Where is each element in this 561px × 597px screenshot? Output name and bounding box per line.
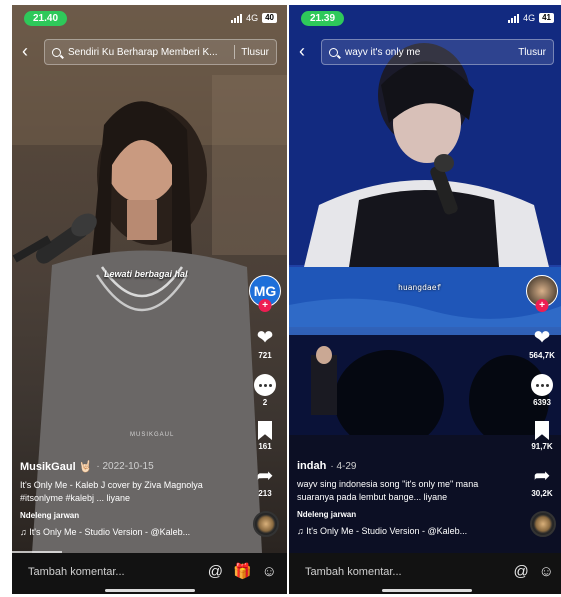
battery-icon: 41 bbox=[539, 13, 554, 23]
search-icon bbox=[52, 47, 61, 57]
like-count: 564,7K bbox=[529, 351, 555, 360]
bookmark-count: 91,7K bbox=[531, 442, 553, 451]
like-count: 721 bbox=[258, 351, 272, 360]
avatar[interactable]: MG + bbox=[249, 275, 281, 312]
emoji-icon[interactable]: ☺ bbox=[539, 562, 554, 582]
search-input[interactable]: Sendiri Ku Berharap Memberi K... Tlusur bbox=[44, 39, 277, 65]
back-icon[interactable]: ‹ bbox=[299, 41, 305, 61]
video-description[interactable]: wayv sing indonesia song "it's only me" … bbox=[297, 478, 512, 504]
music-title[interactable]: ♫ It's Only Me - Studio Version - @Kaleb… bbox=[297, 526, 512, 536]
network-label: 4G bbox=[246, 13, 259, 23]
comment-icon bbox=[531, 374, 553, 396]
username[interactable]: indah bbox=[297, 460, 326, 472]
music-title[interactable]: ♫ It's Only Me - Studio Version - @Kaleb… bbox=[20, 527, 235, 537]
gift-icon[interactable]: 🎁 bbox=[233, 562, 252, 582]
comment-count: 2 bbox=[262, 398, 268, 407]
action-sidebar: + ❤ 564,7K 6393 91,7K ➦ 30,2K bbox=[524, 275, 560, 498]
translate-link[interactable]: Ndeleng jarwan bbox=[20, 511, 235, 520]
share-button[interactable]: ➦ 30,2K bbox=[531, 465, 552, 498]
like-button[interactable]: ❤ 721 bbox=[257, 327, 274, 360]
left-phone-screen: Lewati berbagai hal MUSIKGAUL 21.40 4G 4… bbox=[12, 5, 287, 594]
search-icon bbox=[329, 47, 338, 57]
share-count: 30,2K bbox=[531, 489, 553, 498]
status-time: 21.40 bbox=[24, 11, 68, 26]
comment-button[interactable]: 6393 bbox=[531, 374, 553, 407]
search-button[interactable]: Tlusur bbox=[241, 47, 269, 58]
username[interactable]: MusikGaul 🤘🏻 bbox=[20, 460, 92, 473]
bookmark-button[interactable]: 161 bbox=[258, 421, 272, 451]
status-time: 21.39 bbox=[301, 11, 345, 26]
music-disc-icon[interactable] bbox=[530, 511, 556, 537]
music-disc-icon[interactable] bbox=[253, 511, 279, 537]
comment-bar: Tambah komentar... @ ☺ bbox=[289, 553, 561, 594]
search-row: ‹ wayv it's only me Tlusur bbox=[289, 39, 561, 65]
search-button[interactable]: Tlusur bbox=[518, 47, 546, 58]
follow-plus-icon[interactable]: + bbox=[258, 299, 272, 312]
video-info: MusikGaul 🤘🏻 · 2022-10-15 It's Only Me -… bbox=[20, 460, 235, 537]
comment-button[interactable]: 2 bbox=[254, 374, 276, 407]
video-overlay-text: Lewati berbagai hal bbox=[104, 269, 188, 279]
video-watermark: MUSIKGAUL bbox=[130, 432, 175, 438]
search-input[interactable]: wayv it's only me Tlusur bbox=[321, 39, 554, 65]
avatar-label: MG bbox=[253, 283, 277, 299]
divider bbox=[234, 45, 236, 59]
post-date: · 4-29 bbox=[330, 460, 357, 472]
signal-icon bbox=[508, 13, 520, 23]
battery-icon: 40 bbox=[262, 13, 277, 23]
comment-input[interactable]: Tambah komentar... bbox=[28, 566, 125, 578]
heart-icon: ❤ bbox=[533, 327, 551, 349]
at-icon[interactable]: @ bbox=[208, 562, 223, 582]
comment-count: 6393 bbox=[533, 398, 551, 407]
share-count: 213 bbox=[258, 489, 272, 498]
at-icon[interactable]: @ bbox=[513, 562, 528, 582]
translate-link[interactable]: Ndeleng jarwan bbox=[297, 510, 512, 519]
right-phone-screen: huangdaef 21.39 4G 41 ‹ wayv it's only m… bbox=[289, 5, 561, 594]
emoji-icon[interactable]: ☺ bbox=[262, 562, 277, 582]
avatar[interactable]: + bbox=[526, 275, 558, 312]
post-date: · 2022-10-15 bbox=[96, 461, 154, 472]
search-query: Sendiri Ku Berharap Memberi K... bbox=[68, 46, 218, 58]
signal-icon bbox=[231, 13, 243, 23]
share-icon: ➦ bbox=[256, 465, 274, 487]
comment-input[interactable]: Tambah komentar... bbox=[305, 566, 402, 578]
home-indicator bbox=[104, 589, 195, 592]
share-icon: ➦ bbox=[533, 465, 551, 487]
home-indicator bbox=[381, 589, 472, 592]
video-info: indah · 4-29 wayv sing indonesia song "i… bbox=[297, 460, 512, 536]
status-bar: 21.40 4G 40 bbox=[12, 11, 287, 29]
search-row: ‹ Sendiri Ku Berharap Memberi K... Tlusu… bbox=[12, 39, 287, 65]
bookmark-button[interactable]: 91,7K bbox=[531, 421, 553, 451]
video-description[interactable]: It's Only Me - Kaleb J cover by Ziva Mag… bbox=[20, 479, 235, 505]
action-sidebar: MG + ❤ 721 2 161 ➦ 213 bbox=[247, 275, 283, 498]
bookmark-icon bbox=[534, 421, 549, 440]
bookmark-count: 161 bbox=[258, 442, 272, 451]
share-button[interactable]: ➦ 213 bbox=[257, 465, 274, 498]
like-button[interactable]: ❤ 564,7K bbox=[529, 327, 555, 360]
back-icon[interactable]: ‹ bbox=[22, 41, 28, 61]
heart-icon: ❤ bbox=[256, 327, 274, 349]
video-caption: huangdaef bbox=[398, 283, 442, 292]
search-query: wayv it's only me bbox=[345, 46, 421, 58]
comment-bar: Tambah komentar... @ 🎁 ☺ bbox=[12, 553, 287, 594]
bookmark-icon bbox=[258, 421, 272, 440]
status-bar: 21.39 4G 41 bbox=[289, 11, 561, 29]
comment-icon bbox=[254, 374, 276, 396]
network-label: 4G bbox=[523, 13, 536, 23]
follow-plus-icon[interactable]: + bbox=[535, 299, 549, 312]
